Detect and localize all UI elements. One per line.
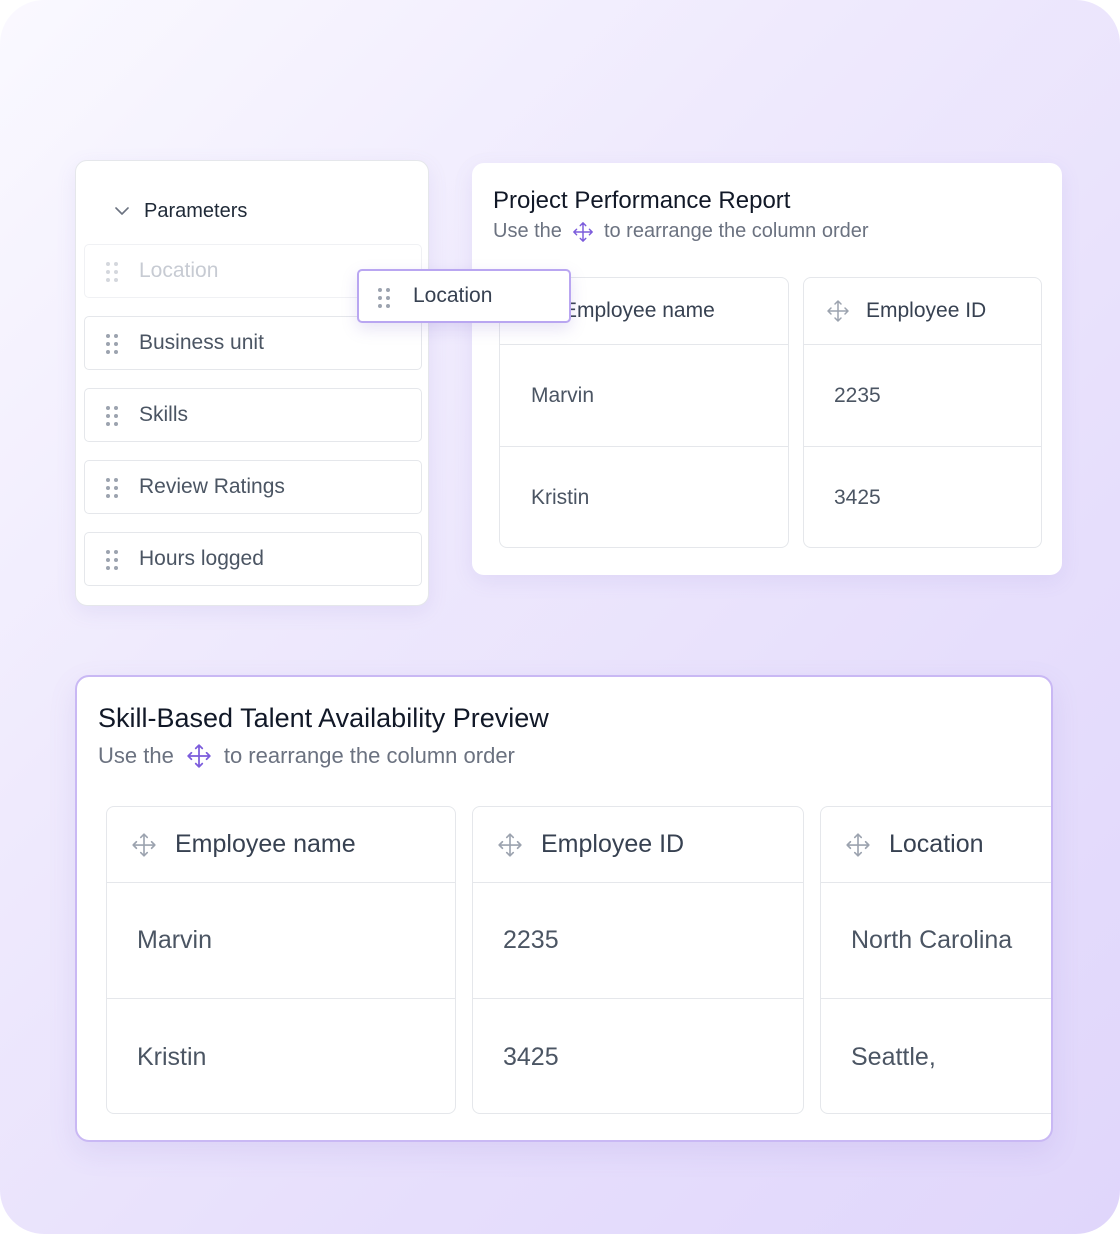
drag-grip-icon[interactable] xyxy=(105,333,119,355)
hint-suffix: to rearrange the column order xyxy=(223,743,515,768)
table-cell: Seattle, xyxy=(851,1042,936,1071)
hint-prefix: Use the xyxy=(98,743,174,768)
parameters-title: Parameters xyxy=(144,199,248,222)
column-header-label: Location xyxy=(889,830,984,858)
table-cell: Kristin xyxy=(137,1042,207,1071)
table-cell: 2235 xyxy=(473,883,803,999)
column-header-label: Employee name xyxy=(563,299,715,322)
report-title: Project Performance Report xyxy=(493,187,791,214)
chevron-down-icon xyxy=(112,201,132,221)
hint-suffix: to rearrange the column order xyxy=(603,220,869,242)
param-item-hours-logged[interactable]: Hours logged xyxy=(84,532,422,586)
column-header[interactable]: Employee name xyxy=(107,807,455,883)
table-cell: Marvin xyxy=(107,883,455,999)
hint-prefix: Use the xyxy=(493,220,562,242)
preview-hint: Use the to rearrange the column order xyxy=(98,743,515,769)
table-cell: 3425 xyxy=(503,1042,559,1071)
report-hint: Use the to rearrange the column order xyxy=(493,220,869,243)
move-arrows-icon[interactable] xyxy=(826,299,850,323)
canvas-background: Parameters Location Business unit Skills xyxy=(0,0,1120,1234)
drag-grip-icon[interactable] xyxy=(377,287,391,309)
table-cell: Marvin xyxy=(500,345,788,447)
drag-grip-icon[interactable] xyxy=(105,477,119,499)
parameters-panel: Parameters Location Business unit Skills xyxy=(75,160,429,606)
dragging-parameter-chip[interactable]: Location xyxy=(357,269,571,323)
move-arrows-icon xyxy=(186,743,212,769)
param-item-label: Location xyxy=(139,259,219,282)
preview-column-employee-id[interactable]: Employee ID 2235 3425 xyxy=(472,806,804,1114)
table-cell: 2235 xyxy=(804,345,1041,447)
drag-grip-icon[interactable] xyxy=(105,549,119,571)
param-item-review-ratings[interactable]: Review Ratings xyxy=(84,460,422,514)
move-arrows-icon xyxy=(572,221,594,243)
param-item-label: Skills xyxy=(139,403,189,426)
preview-title: Skill-Based Talent Availability Preview xyxy=(98,703,549,733)
drag-grip-icon xyxy=(105,261,119,283)
column-header-label: Employee ID xyxy=(866,299,987,322)
dragging-chip-label: Location xyxy=(413,284,493,307)
report-column-employee-id[interactable]: Employee ID 2235 3425 xyxy=(803,277,1042,548)
param-item-skills[interactable]: Skills xyxy=(84,388,422,442)
table-cell: 3425 xyxy=(834,486,881,509)
param-item-label: Review Ratings xyxy=(139,475,285,498)
table-cell: Kristin xyxy=(531,486,590,509)
column-header[interactable]: Location xyxy=(821,807,1051,883)
talent-availability-preview-card: Skill-Based Talent Availability Preview … xyxy=(75,675,1053,1142)
param-item-business-unit[interactable]: Business unit xyxy=(84,316,422,370)
table-cell: North Carolina xyxy=(821,883,1051,999)
column-header[interactable]: Employee ID xyxy=(473,807,803,883)
param-item-label: Hours logged xyxy=(139,547,264,570)
preview-column-employee-name[interactable]: Employee name Marvin Kristin xyxy=(106,806,456,1114)
column-header[interactable]: Employee ID xyxy=(804,278,1041,345)
preview-column-location[interactable]: Location North Carolina Seattle, xyxy=(820,806,1051,1114)
move-arrows-icon[interactable] xyxy=(497,832,523,858)
column-header-label: Employee ID xyxy=(541,830,685,858)
param-item-label: Business unit xyxy=(139,331,264,354)
drag-grip-icon[interactable] xyxy=(105,405,119,427)
move-arrows-icon[interactable] xyxy=(131,832,157,858)
column-header-label: Employee name xyxy=(175,830,356,858)
project-performance-report-card: Project Performance Report Use the to re… xyxy=(472,163,1062,575)
move-arrows-icon[interactable] xyxy=(845,832,871,858)
parameters-header[interactable]: Parameters xyxy=(112,199,247,223)
